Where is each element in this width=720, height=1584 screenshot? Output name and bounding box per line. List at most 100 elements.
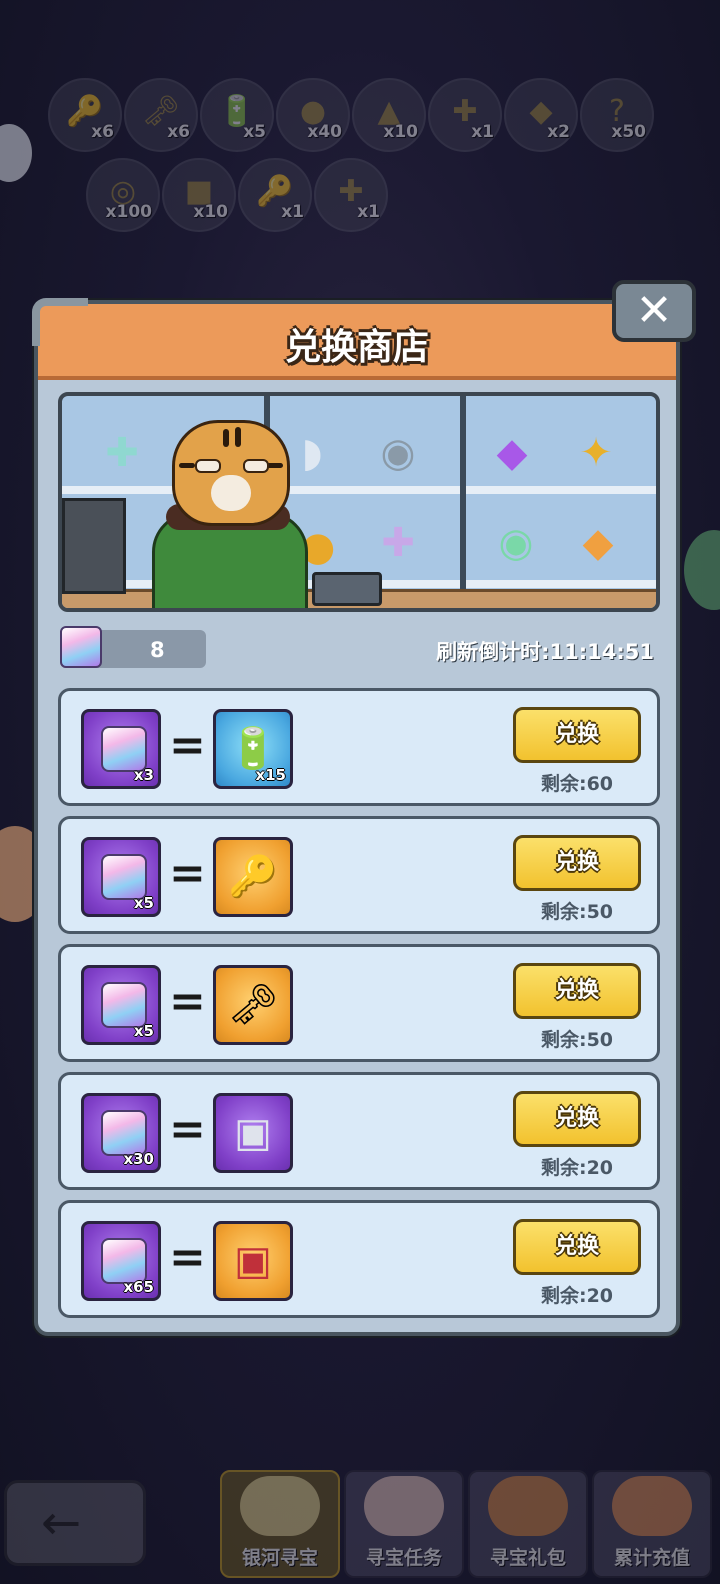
exchange-button[interactable]: 兑换 xyxy=(513,963,641,1019)
rabbit-icon xyxy=(364,1476,444,1536)
purple-gem-icon: ◆ xyxy=(496,430,528,476)
pipe-decoration xyxy=(32,298,88,346)
tab-galaxy-treasure[interactable]: 银河寻宝 xyxy=(220,1470,340,1578)
helmet-icon: ◉ xyxy=(498,520,534,566)
inventory-row: ◎ x100 ■ x10 🔑 x1 ✚ x1 xyxy=(86,158,688,232)
currency-display: 8 xyxy=(60,626,206,668)
tab-label: 累计充值 xyxy=(613,1547,690,1569)
cost-quantity: x3 xyxy=(133,766,154,784)
exchange-button[interactable]: 兑换 xyxy=(513,835,641,891)
exchange-offer: x3 = 🔋 x15 兑换 剩余:60 xyxy=(58,688,660,806)
purple-chest-icon: ▣ xyxy=(234,1110,272,1156)
item-count: x1 xyxy=(281,202,304,222)
reward-slot: 🔋 x15 xyxy=(213,709,293,789)
tab-label: 银河寻宝 xyxy=(241,1547,318,1569)
exchange-shop-modal: 兑换商店 ✚ ◗ ◉ ◆ ✦ ● ✚ ◉ ◆ 8 刷新倒计时:11:14:51 … xyxy=(32,298,680,1336)
gold-key-icon: 🔑 xyxy=(228,854,278,900)
gem-key-icon: ✦ xyxy=(579,430,613,476)
helmet-icon: ◉ xyxy=(380,430,416,476)
inventory-item: ✚ x1 xyxy=(428,78,502,152)
exchange-offer: x30 = ▣ 兑换 剩余:20 xyxy=(58,1072,660,1190)
exchange-button-label: 兑换 xyxy=(554,978,599,1003)
close-icon: ✕ xyxy=(635,285,673,336)
refresh-countdown: 刷新倒计时:11:14:51 xyxy=(436,640,654,664)
equals-sign: = xyxy=(169,720,206,771)
tab-cumulative-recharge[interactable]: 累计充值 xyxy=(592,1470,712,1578)
item-count: x6 xyxy=(91,122,114,142)
exchange-button[interactable]: 兑换 xyxy=(513,1219,641,1275)
item-count: x1 xyxy=(357,202,380,222)
inventory-item: ● x40 xyxy=(276,78,350,152)
close-button[interactable]: ✕ xyxy=(612,280,696,342)
tab-treasure-tasks[interactable]: 寻宝任务 xyxy=(344,1470,464,1578)
remaining-count: 剩余:50 xyxy=(540,1029,614,1051)
cost-quantity: x30 xyxy=(123,1150,154,1168)
inventory-item: ✚ x1 xyxy=(314,158,388,232)
back-button[interactable]: ← xyxy=(4,1480,146,1566)
shop-scene-image: ✚ ◗ ◉ ◆ ✦ ● ✚ ◉ ◆ xyxy=(58,392,660,612)
puzzle-piece-icon: ✚ xyxy=(105,430,139,476)
cost-quantity: x65 xyxy=(123,1278,154,1296)
rainbow-cube-icon xyxy=(60,626,102,668)
currency-count: 8 xyxy=(150,638,165,662)
item-count: x10 xyxy=(193,202,228,222)
inventory-item: 🔋 x5 xyxy=(200,78,274,152)
exchange-button-label: 兑换 xyxy=(554,850,599,875)
chat-bubble-icon xyxy=(0,124,32,182)
inventory-item: 🗝 x6 xyxy=(124,78,198,152)
equals-sign: = xyxy=(169,1232,206,1283)
item-count: x6 xyxy=(167,122,190,142)
inventory-item: ■ x10 xyxy=(162,158,236,232)
gem-key-icon: 🗝 xyxy=(227,982,279,1028)
equals-sign: = xyxy=(169,848,206,899)
cost-slot: x5 xyxy=(81,965,161,1045)
remaining-count: 剩余:50 xyxy=(540,901,614,923)
cost-slot: x65 xyxy=(81,1221,161,1301)
item-count: x5 xyxy=(243,122,266,142)
inventory-item: ◎ x100 xyxy=(86,158,160,232)
item-count: x2 xyxy=(547,122,570,142)
exchange-button-label: 兑换 xyxy=(554,1106,599,1131)
tab-label: 寻宝礼包 xyxy=(489,1547,566,1569)
bear-icon xyxy=(488,1476,568,1536)
computer-monitor xyxy=(62,498,126,594)
equals-sign: = xyxy=(169,1104,206,1155)
inventory-item: 🔑 x6 xyxy=(48,78,122,152)
exchange-button[interactable]: 兑换 xyxy=(513,1091,641,1147)
exchange-button-label: 兑换 xyxy=(554,722,599,747)
inventory-panel: 🔑 x6 🗝 x6 🔋 x5 ● x40 ▲ x10 ✚ x1 ◆ x2 ? x50 ◎ x100… xyxy=(48,78,688,238)
exchange-offer: x65 = ▣ 兑换 剩余:20 xyxy=(58,1200,660,1318)
equals-sign: = xyxy=(169,976,206,1027)
exchange-button[interactable]: 兑换 xyxy=(513,707,641,763)
puzzle-piece-icon: ✚ xyxy=(381,520,415,566)
exchange-offer: x5 = 🗝 兑换 剩余:50 xyxy=(58,944,660,1062)
orange-gem-icon: ◆ xyxy=(582,520,614,566)
cost-quantity: x5 xyxy=(133,1022,154,1040)
inventory-row: 🔑 x6 🗝 x6 🔋 x5 ● x40 ▲ x10 ✚ x1 ◆ x2 ? x50 xyxy=(48,78,688,152)
bus-icon xyxy=(240,1476,320,1536)
modal-title: 兑换商店 xyxy=(284,327,429,368)
reward-slot: 🔑 xyxy=(213,837,293,917)
reward-quantity: x15 xyxy=(255,766,286,784)
inventory-item: ? x50 xyxy=(580,78,654,152)
remaining-count: 剩余:20 xyxy=(540,1285,614,1307)
exchange-button-label: 兑换 xyxy=(554,1234,599,1259)
cost-slot: x3 xyxy=(81,709,161,789)
chat-icon xyxy=(684,530,720,610)
exchange-offer: x5 = 🔑 兑换 剩余:50 xyxy=(58,816,660,934)
back-arrow-icon: ← xyxy=(41,1495,82,1551)
inventory-item: ▲ x10 xyxy=(352,78,426,152)
bottom-nav: ← 银河寻宝 寻宝任务 寻宝礼包 累计充值 xyxy=(0,1450,720,1584)
tab-treasure-gift[interactable]: 寻宝礼包 xyxy=(468,1470,588,1578)
cost-slot: x5 xyxy=(81,837,161,917)
reward-slot: 🗝 xyxy=(213,965,293,1045)
modal-header: 兑换商店 xyxy=(38,304,676,380)
tab-label: 寻宝任务 xyxy=(365,1547,442,1569)
cost-slot: x30 xyxy=(81,1093,161,1173)
remaining-count: 剩余:20 xyxy=(540,1157,614,1179)
item-count: x100 xyxy=(105,202,152,222)
item-count: x10 xyxy=(383,122,418,142)
item-count: x40 xyxy=(307,122,342,142)
tiger-shopkeeper xyxy=(152,420,308,608)
shelf-divider xyxy=(460,396,466,608)
